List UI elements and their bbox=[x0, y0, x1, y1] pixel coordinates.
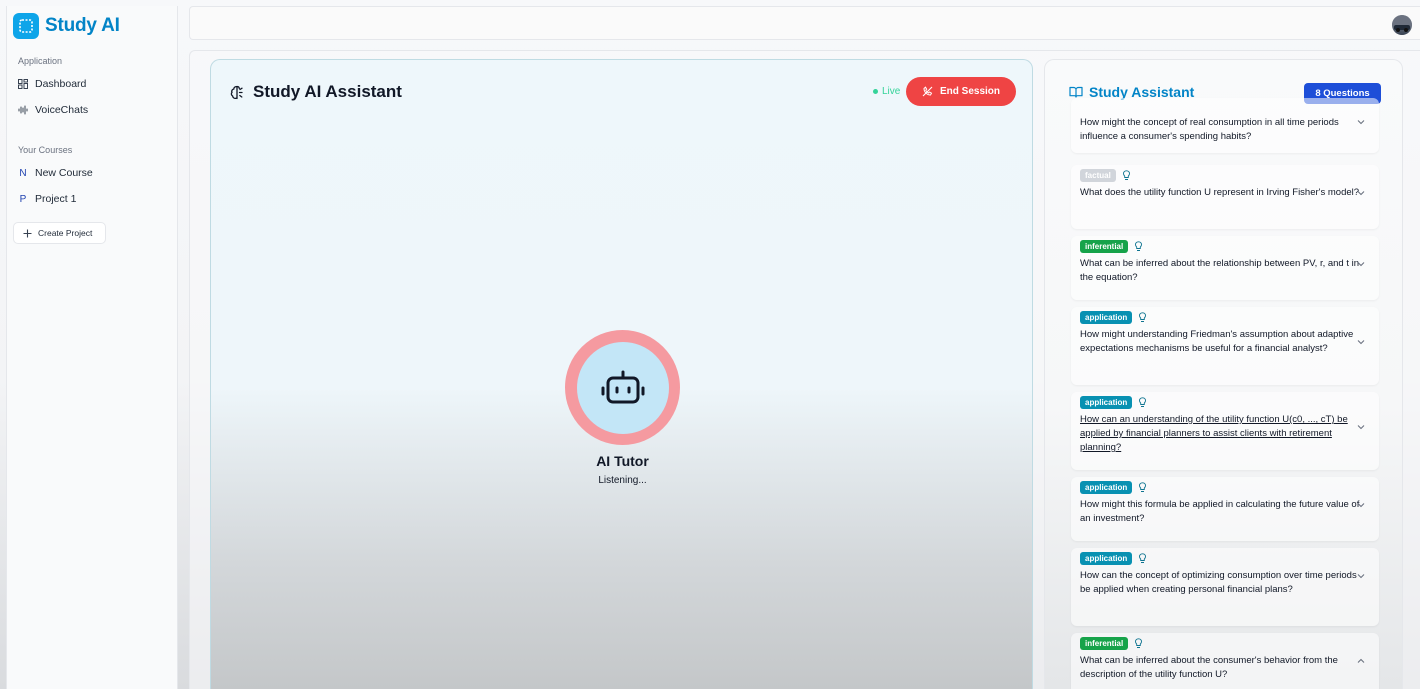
assistant-card: Study AI Assistant Live End Session AI T… bbox=[210, 59, 1033, 689]
nav-voicechats-label: VoiceChats bbox=[35, 104, 89, 116]
course-letter: P bbox=[19, 193, 27, 205]
chevron-down-icon[interactable] bbox=[1357, 339, 1365, 345]
lightbulb-icon[interactable] bbox=[1122, 170, 1131, 181]
section-label-courses: Your Courses bbox=[18, 145, 73, 155]
lightbulb-icon[interactable] bbox=[1134, 241, 1143, 252]
question-text: What does the utility function U represe… bbox=[1080, 187, 1360, 198]
live-label: Live bbox=[882, 86, 901, 97]
question-card[interactable]: inferential What can be inferred about t… bbox=[1071, 633, 1379, 689]
bot-icon bbox=[601, 370, 644, 403]
question-tag: inferential bbox=[1080, 240, 1129, 253]
phone-off-icon bbox=[922, 86, 933, 97]
create-project-label: Create Project bbox=[38, 228, 93, 238]
question-tag-row: factual bbox=[1080, 169, 1131, 182]
chevron-down-icon[interactable] bbox=[1357, 502, 1365, 508]
avatar[interactable] bbox=[1392, 15, 1412, 35]
chevron-down-icon[interactable] bbox=[1357, 573, 1365, 579]
lightbulb-icon[interactable] bbox=[1134, 638, 1143, 649]
question-tag: application bbox=[1080, 481, 1133, 494]
study-assistant-panel: Study Assistant 8 Questions How might th… bbox=[1044, 59, 1403, 689]
live-dot-icon bbox=[873, 89, 878, 94]
lightbulb-icon[interactable] bbox=[1138, 397, 1147, 408]
course-label: New Course bbox=[35, 167, 93, 179]
question-text: What can be inferred about the relations… bbox=[1080, 258, 1360, 283]
question-card[interactable]: application How might understanding Frie… bbox=[1071, 307, 1379, 385]
audio-wave-icon bbox=[18, 105, 28, 115]
question-tag: inferential bbox=[1080, 637, 1129, 650]
question-tag: application bbox=[1080, 311, 1133, 324]
plus-icon bbox=[23, 229, 32, 237]
create-project-button[interactable]: Create Project bbox=[13, 222, 106, 244]
brain-icon bbox=[230, 85, 243, 99]
lightbulb-icon[interactable] bbox=[1138, 482, 1147, 493]
sidebar: Study AI Application Dashboard VoiceChat… bbox=[6, 6, 178, 689]
nav-dashboard[interactable]: Dashboard bbox=[18, 78, 86, 90]
question-card[interactable]: application How can an understanding of … bbox=[1071, 392, 1379, 470]
course-item-project-1[interactable]: P Project 1 bbox=[18, 193, 77, 205]
end-session-button[interactable]: End Session bbox=[906, 77, 1016, 106]
chevron-down-icon[interactable] bbox=[1357, 261, 1365, 267]
book-open-icon bbox=[1069, 86, 1083, 98]
course-label: Project 1 bbox=[35, 193, 77, 205]
lightbulb-icon[interactable] bbox=[1138, 312, 1147, 323]
nav-dashboard-label: Dashboard bbox=[35, 78, 87, 90]
question-tag-row: inferential bbox=[1080, 240, 1143, 253]
section-label-application: Application bbox=[18, 56, 63, 66]
question-card[interactable]: How might the concept of real consumptio… bbox=[1071, 98, 1379, 153]
question-text: What can be inferred about the consumer'… bbox=[1080, 655, 1338, 680]
question-tag-row: application bbox=[1080, 396, 1147, 409]
question-text: How can the concept of optimizing consum… bbox=[1080, 570, 1357, 595]
assistant-title: Study AI Assistant bbox=[253, 82, 402, 101]
bot-status: Listening... bbox=[598, 475, 647, 486]
nav-voicechats[interactable]: VoiceChats bbox=[18, 104, 88, 116]
question-tag: factual bbox=[1080, 169, 1116, 182]
logo-icon bbox=[13, 13, 39, 39]
chevron-down-icon[interactable] bbox=[1357, 424, 1365, 430]
question-text: How might this formula be applied in cal… bbox=[1080, 499, 1360, 524]
brand[interactable]: Study AI bbox=[13, 13, 120, 39]
question-text: How might the concept of real consumptio… bbox=[1080, 117, 1339, 142]
chevron-up-icon[interactable] bbox=[1357, 658, 1365, 664]
question-tag-row: application bbox=[1080, 311, 1147, 324]
app-name: Study AI bbox=[45, 15, 120, 36]
top-bar bbox=[189, 6, 1420, 40]
question-text: How can an understanding of the utility … bbox=[1080, 414, 1348, 453]
question-card[interactable]: application How can the concept of optim… bbox=[1071, 548, 1379, 626]
question-tag: application bbox=[1080, 552, 1133, 565]
avatar-image bbox=[1392, 15, 1412, 32]
question-tag-row: application bbox=[1080, 552, 1147, 565]
question-tag-row: application bbox=[1080, 481, 1147, 494]
bot-avatar bbox=[565, 330, 680, 445]
bot-name: AI Tutor bbox=[596, 453, 649, 469]
question-card[interactable]: factual What does the utility function U… bbox=[1071, 165, 1379, 229]
course-letter: N bbox=[19, 167, 27, 179]
assistant-header: Study AI Assistant bbox=[229, 82, 402, 102]
bot-avatar-inner bbox=[576, 341, 669, 434]
chevron-down-icon[interactable] bbox=[1357, 190, 1365, 196]
live-indicator: Live bbox=[873, 86, 900, 97]
question-text: How might understanding Friedman's assum… bbox=[1080, 329, 1354, 354]
lightbulb-icon[interactable] bbox=[1138, 553, 1147, 564]
end-session-label: End Session bbox=[939, 86, 1000, 97]
chevron-down-icon[interactable] bbox=[1357, 119, 1365, 125]
dashboard-icon bbox=[18, 79, 28, 89]
question-tag: application bbox=[1080, 396, 1133, 409]
course-item-new-course[interactable]: N New Course bbox=[18, 167, 93, 179]
question-tag-row: inferential bbox=[1080, 637, 1143, 650]
question-card[interactable]: inferential What can be inferred about t… bbox=[1071, 236, 1379, 300]
question-card[interactable]: application How might this formula be ap… bbox=[1071, 477, 1379, 541]
